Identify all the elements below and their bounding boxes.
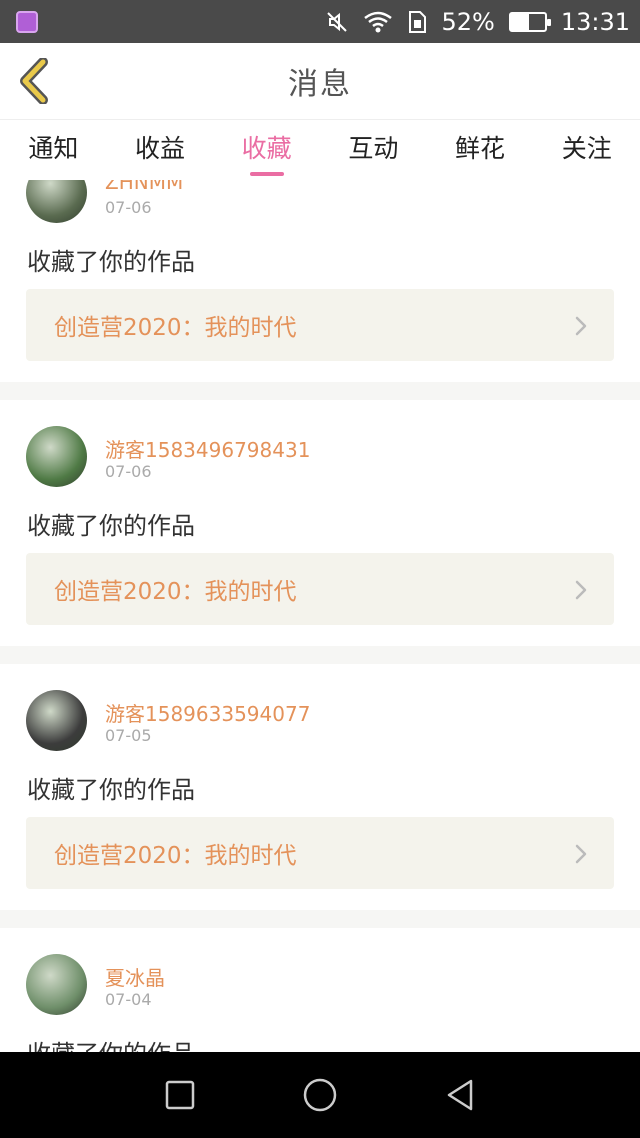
notification-card: ZHNMM 07-06 收藏了你的作品 创造营2020：我的时代 — [0, 180, 640, 382]
work-title: 创造营2020：我的时代 — [54, 315, 297, 341]
tab-4[interactable]: 鲜花 — [427, 120, 534, 180]
back-nav-button[interactable] — [430, 1065, 490, 1125]
home-button[interactable] — [290, 1065, 350, 1125]
circle-icon — [303, 1078, 337, 1112]
battery-percent: 52% — [441, 7, 495, 36]
battery-icon — [508, 11, 551, 32]
notification-date: 07-06 — [105, 198, 152, 217]
wifi-icon — [363, 10, 393, 34]
avatar[interactable] — [26, 690, 87, 751]
tab-3[interactable]: 互动 — [320, 120, 427, 180]
system-nav-bar — [0, 1052, 640, 1138]
tab-bar: 通知 收益 收藏 互动 鲜花 关注 — [0, 120, 640, 180]
tab-5[interactable]: 关注 — [533, 120, 640, 180]
action-text: 收藏了你的作品 — [27, 248, 195, 276]
avatar[interactable] — [26, 954, 87, 1015]
back-button[interactable] — [14, 57, 54, 105]
notification-date: 07-04 — [105, 990, 152, 1009]
avatar[interactable] — [26, 180, 87, 223]
tab-0[interactable]: 通知 — [0, 120, 107, 180]
clock: 13:31 — [560, 7, 630, 36]
work-link[interactable]: 创造营2020：我的时代 — [26, 289, 614, 361]
title-bar: 消息 — [0, 43, 640, 120]
work-link[interactable]: 创造营2020：我的时代 — [26, 817, 614, 889]
work-link[interactable]: 创造营2020：我的时代 — [26, 553, 614, 625]
notification-card: 游客1583496798431 07-06 收藏了你的作品 创造营2020：我的… — [0, 400, 640, 646]
tab-2[interactable]: 收藏 — [213, 120, 320, 180]
status-bar: 52% 13:31 — [0, 0, 640, 43]
square-icon — [165, 1080, 195, 1110]
notification-card: 游客1589633594077 07-05 收藏了你的作品 创造营2020：我的… — [0, 664, 640, 910]
page-title: 消息 — [288, 67, 352, 102]
username[interactable]: ZHNMM — [105, 180, 183, 194]
notification-list: ZHNMM 07-06 收藏了你的作品 创造营2020：我的时代 游客15834… — [0, 180, 640, 1052]
avatar[interactable] — [26, 426, 87, 487]
notification-date: 07-06 — [105, 462, 152, 481]
app-notification-icon — [16, 10, 38, 33]
triangle-back-icon — [447, 1079, 473, 1111]
action-text: 收藏了你的作品 — [27, 512, 195, 540]
notification-date: 07-05 — [105, 726, 152, 745]
chevron-right-icon — [574, 316, 588, 340]
username[interactable]: 夏冰晶 — [105, 962, 165, 991]
username[interactable]: 游客1589633594077 — [105, 698, 310, 727]
sim-icon — [407, 10, 427, 34]
mute-icon — [325, 10, 349, 34]
notification-card: 夏冰晶 07-04 收藏了你的作品 — [0, 928, 640, 1052]
recents-button[interactable] — [150, 1065, 210, 1125]
back-arrow-icon — [20, 58, 48, 104]
battery-level — [510, 13, 529, 30]
work-title: 创造营2020：我的时代 — [54, 843, 297, 869]
chevron-right-icon — [574, 580, 588, 604]
action-text: 收藏了你的作品 — [27, 1034, 195, 1052]
action-text: 收藏了你的作品 — [27, 776, 195, 804]
username[interactable]: 游客1583496798431 — [105, 434, 310, 463]
work-title: 创造营2020：我的时代 — [54, 579, 297, 605]
chevron-right-icon — [574, 844, 588, 868]
tab-1[interactable]: 收益 — [107, 120, 214, 180]
